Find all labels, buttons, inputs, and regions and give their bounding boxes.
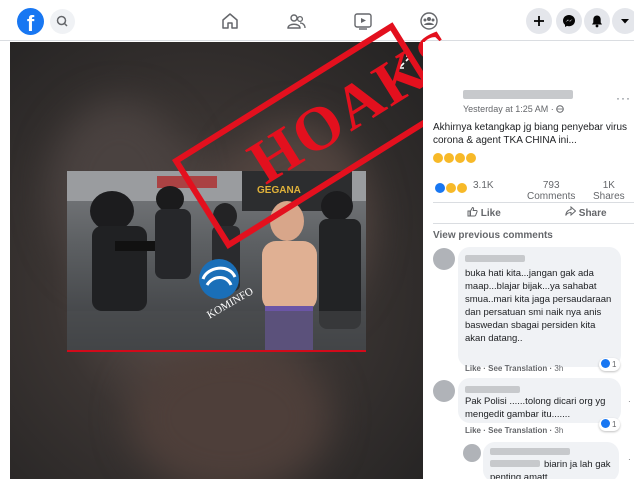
more-options-button[interactable]: ···: [616, 91, 631, 105]
account-menu-button[interactable]: [612, 8, 634, 34]
comment-reactions[interactable]: 1: [599, 358, 621, 371]
comment-text: buka hati kita...jangan gak ada maap...b…: [465, 268, 612, 344]
divider: [433, 223, 634, 224]
comment-bubble: buka hati kita...jangan gak ada maap...b…: [458, 247, 621, 367]
shares-count[interactable]: 1K Shares: [593, 180, 625, 202]
create-button[interactable]: [526, 8, 552, 34]
laughing-emoji-icon: [444, 153, 454, 163]
reaction-count[interactable]: 3.1K: [473, 180, 494, 191]
haha-reaction-icon: [446, 183, 456, 193]
post-sidebar: Yesterday at 1:25 AM · ··· Akhirnya keta…: [423, 42, 634, 479]
see-translation-link[interactable]: See Translation: [488, 426, 547, 435]
comment-bubble: Pak Polisi ......tolong dicari org yg me…: [458, 378, 621, 423]
globe-icon: [556, 105, 565, 113]
comment-actions: Like · See Translation · 3h: [465, 426, 564, 435]
dropdown-icon: [621, 19, 629, 24]
comment-like-link[interactable]: Like: [465, 426, 481, 435]
friends-tab[interactable]: [285, 10, 307, 32]
friends-icon: [287, 14, 306, 29]
post-timestamp[interactable]: Yesterday at 1:25 AM ·: [463, 104, 565, 114]
laughing-emoji-icon: [466, 153, 476, 163]
facebook-logo-icon[interactable]: f: [17, 8, 44, 36]
home-tab[interactable]: [219, 10, 241, 32]
comment-reactions[interactable]: 1: [599, 418, 621, 431]
like-reaction-icon: [601, 419, 610, 428]
home-icon: [222, 13, 238, 29]
view-previous-comments-link[interactable]: View previous comments: [433, 230, 553, 241]
commenter-name-redacted: [465, 255, 525, 262]
plus-icon: [534, 16, 544, 26]
commenter-name-redacted: [490, 448, 570, 455]
share-icon: [565, 205, 577, 217]
divider: [433, 202, 634, 203]
share-button[interactable]: Share: [565, 205, 607, 219]
author-name-redacted: [463, 90, 573, 99]
bell-icon: [592, 15, 602, 28]
post-emojis: [433, 150, 477, 168]
laughing-emoji-icon: [455, 153, 465, 163]
like-button[interactable]: Like: [467, 206, 501, 219]
search-button[interactable]: [50, 9, 75, 34]
top-navigation-bar: f: [0, 0, 634, 41]
comments-count[interactable]: 793 Comments: [527, 180, 575, 202]
see-translation-link[interactable]: See Translation: [488, 364, 547, 373]
laughing-emoji-icon: [433, 153, 443, 163]
watch-icon: [354, 13, 372, 30]
avatar[interactable]: [433, 380, 455, 402]
comment-text: biarin ja lah gak penting amatt: [490, 459, 611, 479]
messenger-button[interactable]: [556, 8, 582, 34]
reaction-icons[interactable]: [435, 180, 468, 198]
comment-like-link[interactable]: Like: [465, 364, 481, 373]
messenger-icon: [563, 15, 575, 27]
search-icon: [56, 15, 68, 27]
like-reaction-icon: [601, 359, 610, 368]
wow-reaction-icon: [457, 183, 467, 193]
avatar[interactable]: [433, 248, 455, 270]
comment-time[interactable]: 3h: [554, 364, 563, 373]
post-text: Akhirnya ketangkap jg biang penyebar vir…: [433, 122, 628, 146]
thumbs-up-icon: [467, 206, 478, 217]
like-reaction-icon: [435, 183, 445, 193]
watch-tab[interactable]: [352, 10, 374, 32]
notifications-button[interactable]: [584, 8, 610, 34]
comment-bubble: biarin ja lah gak penting amatt: [483, 442, 619, 479]
comment-text: Pak Polisi ......tolong dicari org yg me…: [465, 396, 606, 420]
comment-actions: Like · See Translation · 3h: [465, 364, 564, 373]
commenter-name-redacted: [465, 386, 520, 393]
avatar[interactable]: [463, 444, 481, 462]
comment-time[interactable]: 3h: [554, 426, 563, 435]
